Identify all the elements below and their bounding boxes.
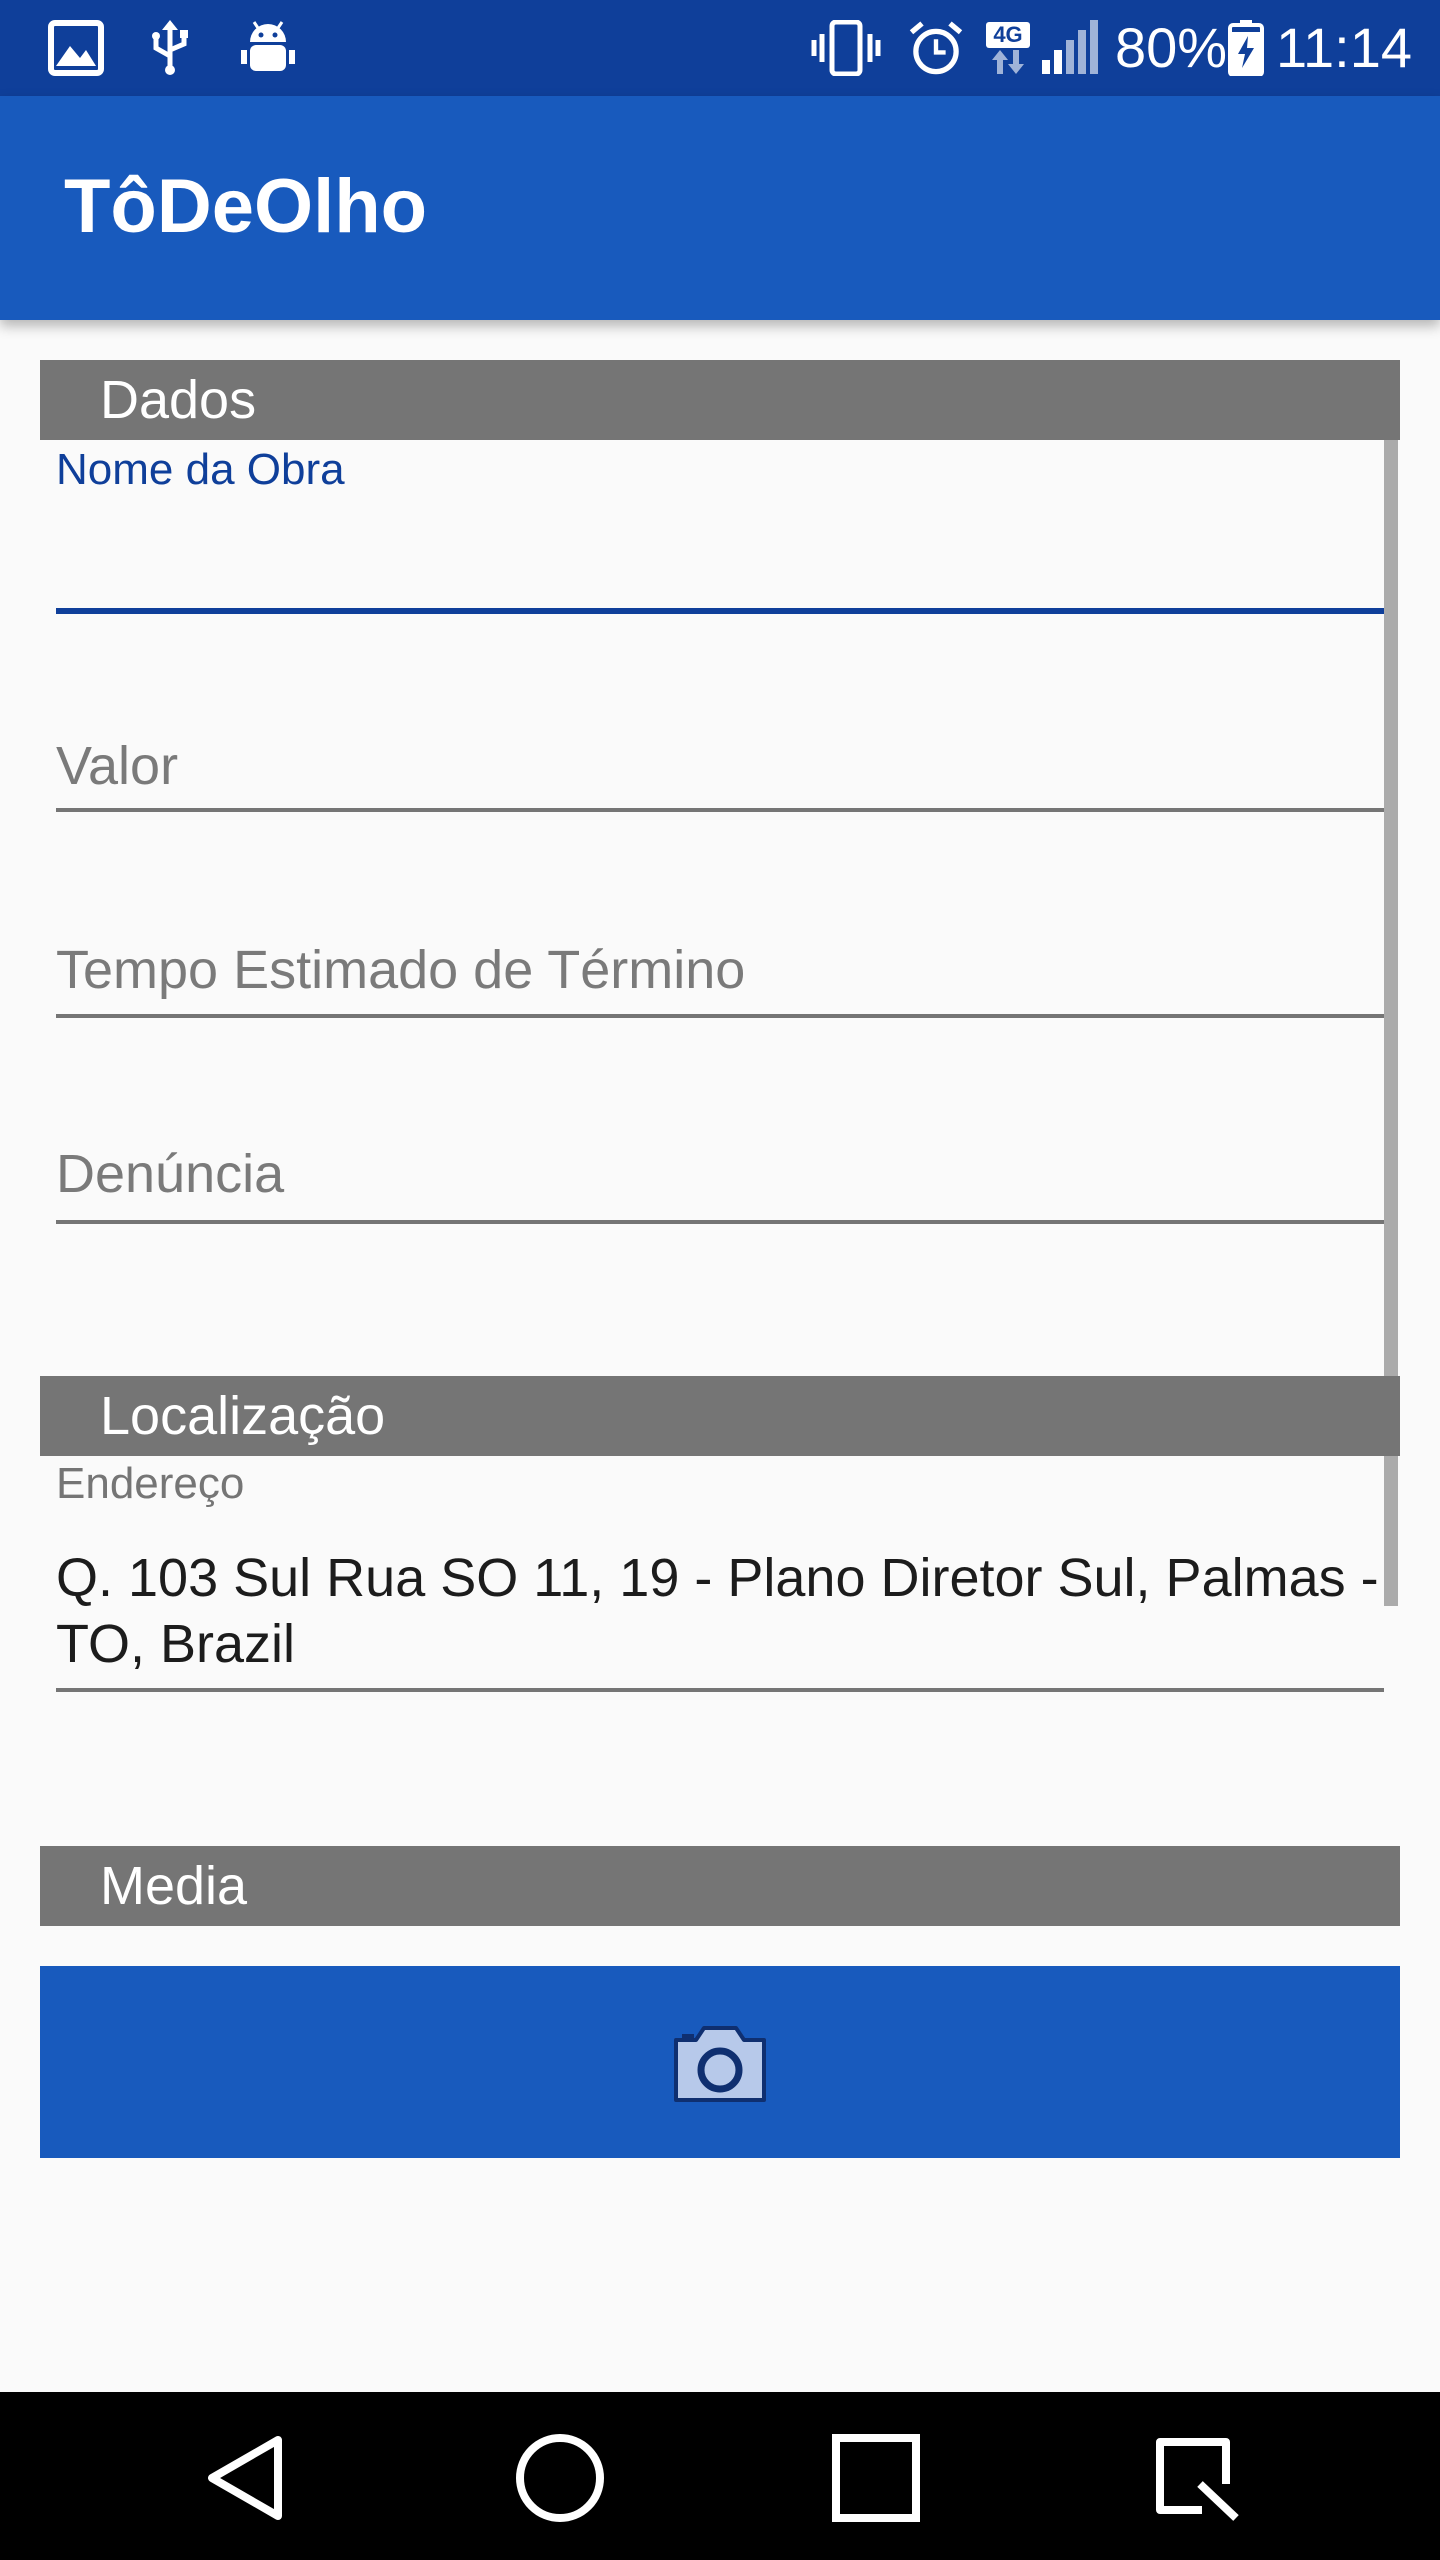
section-header-media: Media	[40, 1846, 1400, 1926]
section-header-dados: Dados	[40, 360, 1400, 440]
endereco-field[interactable]: Q. 103 Sul Rua SO 11, 19 - Plano Diretor…	[56, 1545, 1386, 1677]
section-header-localizacao: Localização	[40, 1376, 1400, 1456]
section-title-media: Media	[100, 1856, 248, 1916]
denuncia-field[interactable]: Denúncia	[40, 1128, 1386, 1228]
valor-placeholder: Valor	[56, 736, 179, 796]
back-icon	[208, 2436, 282, 2520]
tempo-estimado-underline	[56, 1014, 1384, 1018]
status-bar: 4G 80% 11:14	[0, 0, 1440, 96]
section-title-dados: Dados	[100, 370, 257, 430]
back-button[interactable]	[196, 2428, 296, 2528]
denuncia-underline	[56, 1220, 1384, 1224]
alarm-icon	[909, 21, 963, 75]
camera-icon	[674, 2026, 766, 2102]
screen-capture-button[interactable]	[1144, 2428, 1244, 2528]
app-bar: TôDeOlho	[0, 96, 1440, 320]
battery-charging-icon	[1228, 20, 1264, 76]
valor-underline	[56, 808, 1384, 812]
tempo-estimado-field[interactable]: Tempo Estimado de Término	[40, 924, 1386, 1024]
app-title: TôDeOlho	[64, 164, 428, 249]
navigation-bar	[0, 2392, 1440, 2560]
android-debug-icon	[241, 21, 295, 71]
clock: 11:14	[1276, 16, 1412, 79]
endereco-label: Endereço	[56, 1459, 245, 1508]
signal-icon	[1042, 20, 1098, 74]
nome-da-obra-field[interactable]: Nome da Obra	[40, 440, 1386, 620]
tempo-estimado-placeholder: Tempo Estimado de Término	[56, 940, 746, 1000]
home-icon	[516, 2434, 604, 2522]
vibrate-icon	[811, 20, 881, 76]
recents-button[interactable]	[826, 2428, 926, 2528]
nome-da-obra-underline	[56, 608, 1384, 614]
endereco-underline	[56, 1688, 1384, 1692]
battery-percent: 80%	[1115, 16, 1228, 79]
valor-field[interactable]: Valor	[40, 720, 1386, 820]
network-type-label: 4G	[993, 22, 1023, 47]
nome-da-obra-label: Nome da Obra	[56, 445, 345, 494]
denuncia-placeholder: Denúncia	[56, 1144, 285, 1204]
section-title-localizacao: Localização	[100, 1386, 386, 1446]
camera-button[interactable]	[40, 1966, 1400, 2158]
network-4g-icon: 4G	[986, 22, 1030, 74]
home-button[interactable]	[510, 2428, 610, 2528]
usb-icon	[152, 20, 188, 75]
gallery-icon	[48, 20, 104, 76]
screen-capture-icon	[1156, 2438, 1239, 2521]
recents-icon	[832, 2434, 920, 2522]
